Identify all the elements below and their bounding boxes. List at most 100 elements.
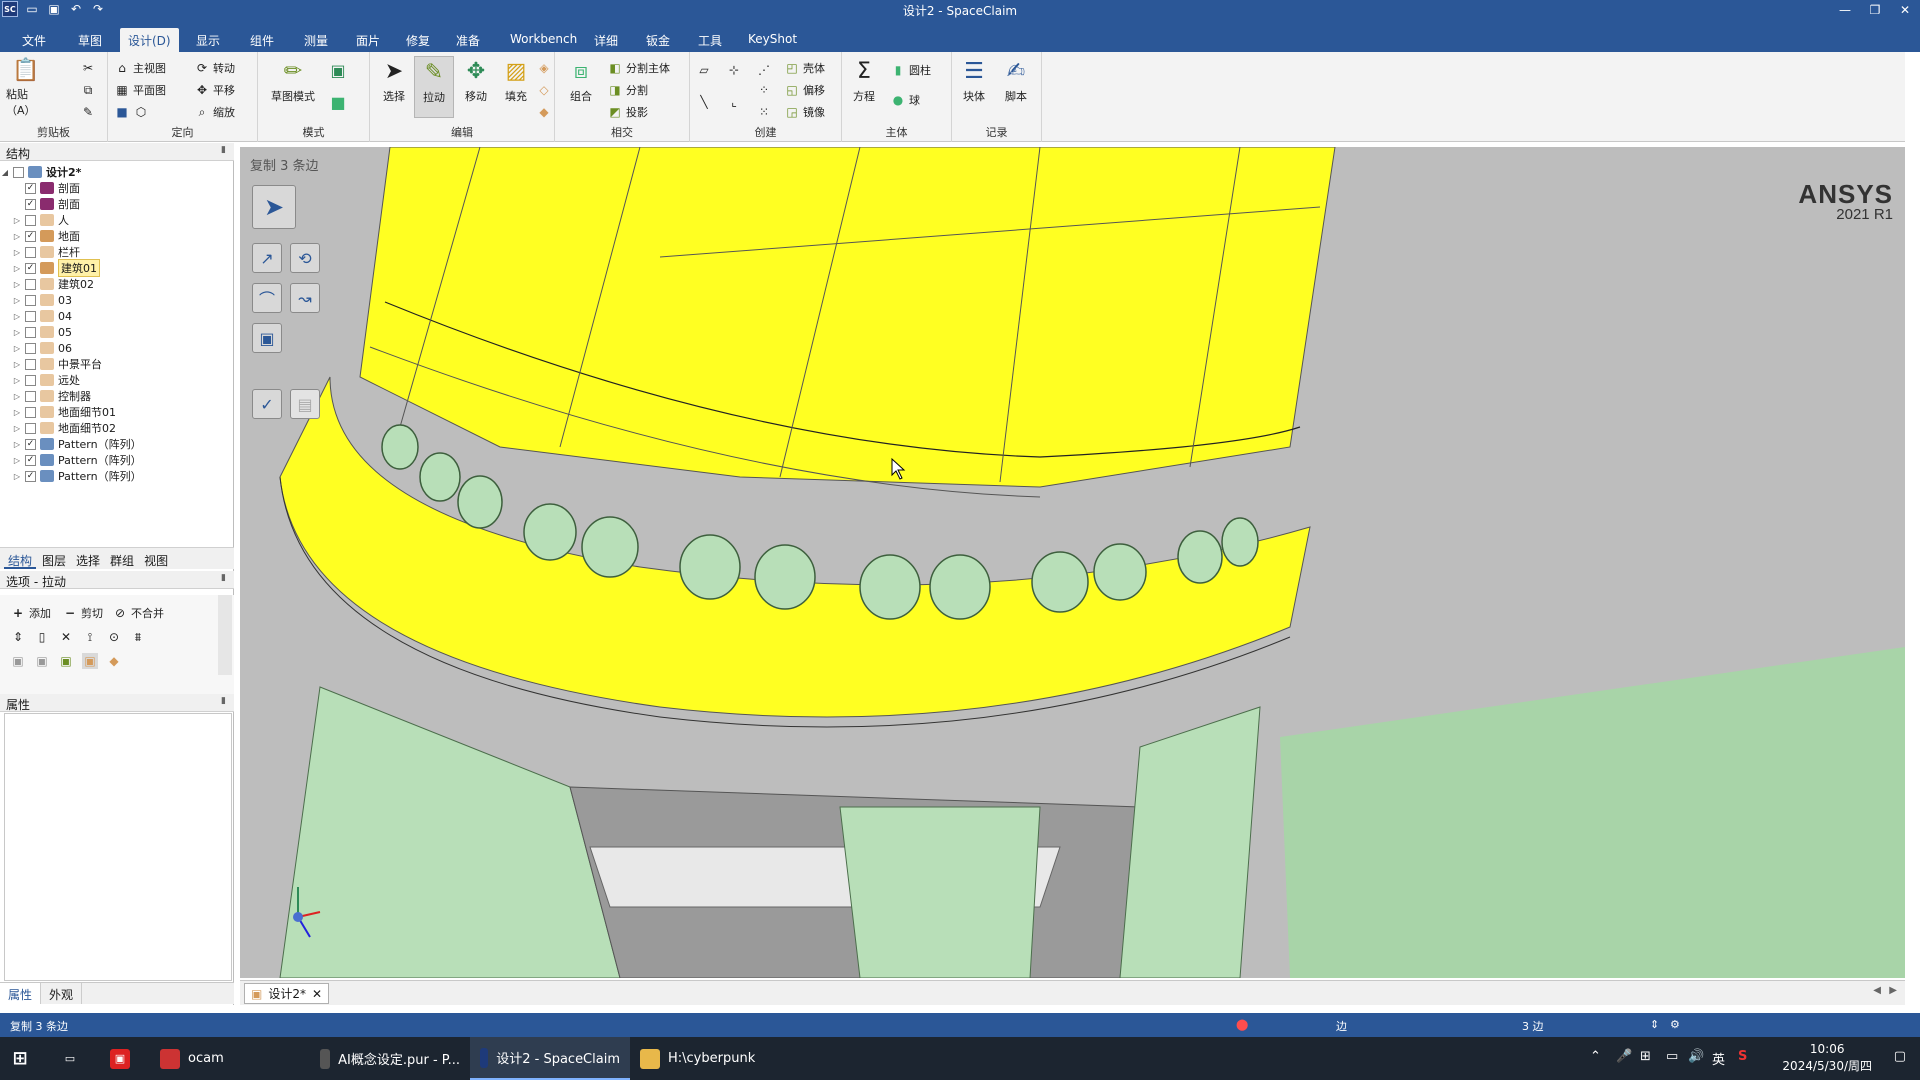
offset-button[interactable]: ◱ 偏移 <box>784 80 825 100</box>
panel-tab[interactable]: 视图 <box>140 548 172 569</box>
tree-item[interactable]: ▷ 栏杆 <box>0 244 234 260</box>
complete-icon[interactable]: ✓ <box>252 389 282 419</box>
visibility-checkbox[interactable] <box>25 214 36 226</box>
notification-icon[interactable]: ▢ <box>1894 1049 1906 1064</box>
tree-item[interactable]: ▷ 建筑02 <box>0 276 234 292</box>
visibility-checkbox[interactable]: ✓ <box>25 454 36 466</box>
menu-tab[interactable]: 准备 <box>448 28 488 52</box>
menu-tab[interactable]: 测量 <box>296 28 336 52</box>
visibility-checkbox[interactable] <box>25 390 36 402</box>
taskbar-app-red[interactable]: ▣ <box>100 1037 140 1080</box>
start-button[interactable]: ⊞ <box>0 1037 40 1080</box>
expand-icon[interactable]: ▷ <box>12 344 22 353</box>
menu-tab[interactable]: 详细 <box>586 28 626 52</box>
pull-uptoicon[interactable]: ▣ <box>252 323 282 353</box>
expand-icon[interactable]: ▷ <box>12 360 22 369</box>
view-cube-button[interactable]: ■ ⬡ <box>114 102 149 122</box>
tree-item[interactable]: ▷ ✓ 建筑01 <box>0 259 234 277</box>
taskbar-app[interactable]: AI概念设定.pur - P... <box>310 1037 470 1080</box>
tray-expand-icon[interactable]: ⌃ <box>1590 1049 1601 1064</box>
expand-icon[interactable]: ▷ <box>12 216 22 225</box>
menu-tab[interactable]: 面片 <box>348 28 388 52</box>
bottom-panel-tab[interactable]: 外观 <box>41 983 83 1004</box>
visibility-checkbox[interactable] <box>25 342 36 354</box>
tree-item[interactable]: ▷ 地面细节02 <box>0 420 234 436</box>
task-view-button[interactable]: ▭ <box>50 1037 90 1080</box>
visibility-checkbox[interactable] <box>25 326 36 338</box>
mirror-button[interactable]: ◲ 镜像 <box>784 102 825 122</box>
3d-viewport[interactable]: 复制 3 条边 ANSYS 2021 R1 ➤ ↗ ⟲ ⌒ ↝ ▣ ✓ ▤ <box>240 147 1905 978</box>
tree-item[interactable]: ▷ 中景平台 <box>0 356 234 372</box>
expand-icon[interactable]: ▷ <box>12 376 22 385</box>
taskbar-app[interactable]: H:\cyberpunk <box>630 1037 780 1080</box>
network-icon[interactable]: ⊞ <box>1640 1049 1651 1064</box>
ruled-icon[interactable]: ▯ <box>34 629 50 645</box>
copy-icon[interactable]: ⧉ <box>80 80 96 100</box>
tree-item[interactable]: ▷ 05 <box>0 324 234 340</box>
selection-arrows-icon[interactable]: ⇕ <box>1650 1018 1659 1031</box>
visibility-checkbox[interactable]: ✓ <box>25 198 36 210</box>
copy-face-icon[interactable]: ▣ <box>34 653 50 669</box>
minimize-button[interactable]: — <box>1830 0 1860 20</box>
restore-button[interactable]: ❐ <box>1860 0 1890 20</box>
visibility-checkbox[interactable] <box>13 166 24 178</box>
expand-icon[interactable]: ▷ <box>12 408 22 417</box>
blend-icon[interactable]: ◈ <box>536 58 552 78</box>
format-painter-icon[interactable]: ✎ <box>80 102 96 122</box>
taskbar-app[interactable]: ocam <box>150 1037 300 1080</box>
selection-mode[interactable]: 边 <box>1336 1018 1347 1034</box>
visibility-checkbox[interactable] <box>25 246 36 258</box>
warning-icon[interactable]: ⬤ <box>1236 1018 1248 1031</box>
zoom-button[interactable]: ⌕ 缩放 <box>194 102 235 122</box>
model-render[interactable] <box>240 147 1905 978</box>
document-tab[interactable]: ▣ 设计2* ✕ <box>244 983 330 1004</box>
pivot-icon[interactable]: ✕ <box>58 629 74 645</box>
microphone-icon[interactable]: 🎤 <box>1616 1049 1632 1064</box>
tree-item[interactable]: ▷ 03 <box>0 292 234 308</box>
tree-item[interactable]: ▷ ✓ Pattern（阵列） <box>0 468 234 484</box>
panel-tab[interactable]: 选择 <box>72 548 104 569</box>
menu-tab[interactable]: 草图 <box>70 28 110 52</box>
full-length-icon[interactable]: ▤ <box>290 389 320 419</box>
pattern-circular-icon[interactable]: ⁘ <box>756 80 772 100</box>
visibility-checkbox[interactable]: ✓ <box>25 470 36 482</box>
menu-tab[interactable]: Workbench <box>502 28 585 52</box>
extrude-icon[interactable]: ▣ <box>58 653 74 669</box>
menu-tab[interactable]: 组件 <box>242 28 282 52</box>
visibility-checkbox[interactable]: ✓ <box>25 230 36 242</box>
plan-view-button[interactable]: ▦ 平面图 <box>114 80 166 100</box>
equation-button[interactable]: Σ 方程 <box>844 56 884 118</box>
visibility-checkbox[interactable] <box>25 422 36 434</box>
tree-item[interactable]: ▷ 地面细节01 <box>0 404 234 420</box>
3d-mode-button[interactable]: ■ <box>330 92 346 112</box>
script-button[interactable]: ✍ 脚本 <box>996 56 1036 118</box>
pan-button[interactable]: ✥ 平移 <box>194 80 235 100</box>
tree-item[interactable]: ▷ 06 <box>0 340 234 356</box>
block-button[interactable]: ☰ 块体 <box>954 56 994 118</box>
expand-icon[interactable]: ▷ <box>12 312 22 321</box>
pattern-fill-icon[interactable]: ⁙ <box>756 102 772 122</box>
expand-icon[interactable]: ▷ <box>12 248 22 257</box>
tree-item[interactable]: ▷ ✓ Pattern（阵列） <box>0 452 234 468</box>
visibility-checkbox[interactable] <box>25 310 36 322</box>
expand-icon[interactable]: ▷ <box>12 264 22 273</box>
sketch-mode-button[interactable]: ✏ 草图模式 <box>268 56 318 118</box>
pin-icon[interactable]: ▮ <box>221 145 226 155</box>
filter-icon[interactable]: ⚙ <box>1670 1018 1680 1031</box>
expand-icon[interactable]: ▷ <box>12 392 22 401</box>
menu-tab[interactable]: 钣金 <box>638 28 678 52</box>
axis-icon[interactable]: ╲ <box>696 92 712 112</box>
tree-item[interactable]: ✓ 剖面 <box>0 180 234 196</box>
combine-button[interactable]: ⧈ 组合 <box>561 56 601 118</box>
menu-tab[interactable]: KeyShot <box>740 28 805 52</box>
select-button[interactable]: ➤ 选择 <box>374 56 414 118</box>
pull-button[interactable]: ✎ 拉动 <box>414 56 454 118</box>
tweak-face-icon[interactable]: ◇ <box>536 80 552 100</box>
menu-tab[interactable]: 设计(D) <box>120 28 179 52</box>
visibility-checkbox[interactable] <box>25 294 36 306</box>
visibility-checkbox[interactable]: ✓ <box>25 182 36 194</box>
expand-icon[interactable]: ▷ <box>12 456 22 465</box>
volume-icon[interactable]: 🔊 <box>1688 1049 1704 1064</box>
cylinder-button[interactable]: ▮ 圆柱 <box>890 60 931 80</box>
rotate-button[interactable]: ⟳ 转动 <box>194 58 235 78</box>
